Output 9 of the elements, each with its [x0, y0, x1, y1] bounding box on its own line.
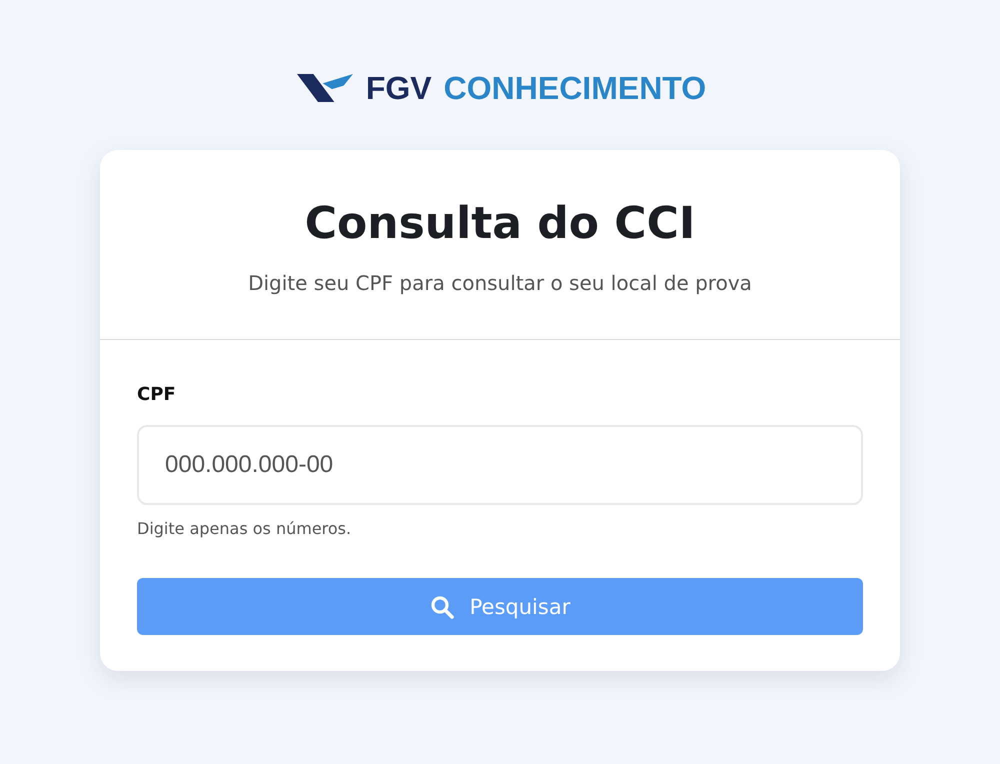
field-label: CPF	[137, 384, 177, 405]
search-button[interactable]: Pesquisar	[137, 578, 863, 635]
search-icon	[430, 594, 454, 618]
field-hint: Digite apenas os números.	[137, 519, 352, 538]
cpf-input-field[interactable]: 000.000.000-00	[137, 425, 863, 505]
page-title: Consulta do CCI	[304, 198, 696, 249]
page-subtitle: Digite seu CPF para consultar o seu local de prova	[248, 271, 752, 295]
logo-product: CONHECIMENTO	[444, 70, 706, 106]
logo-brand: FGV	[366, 70, 432, 106]
